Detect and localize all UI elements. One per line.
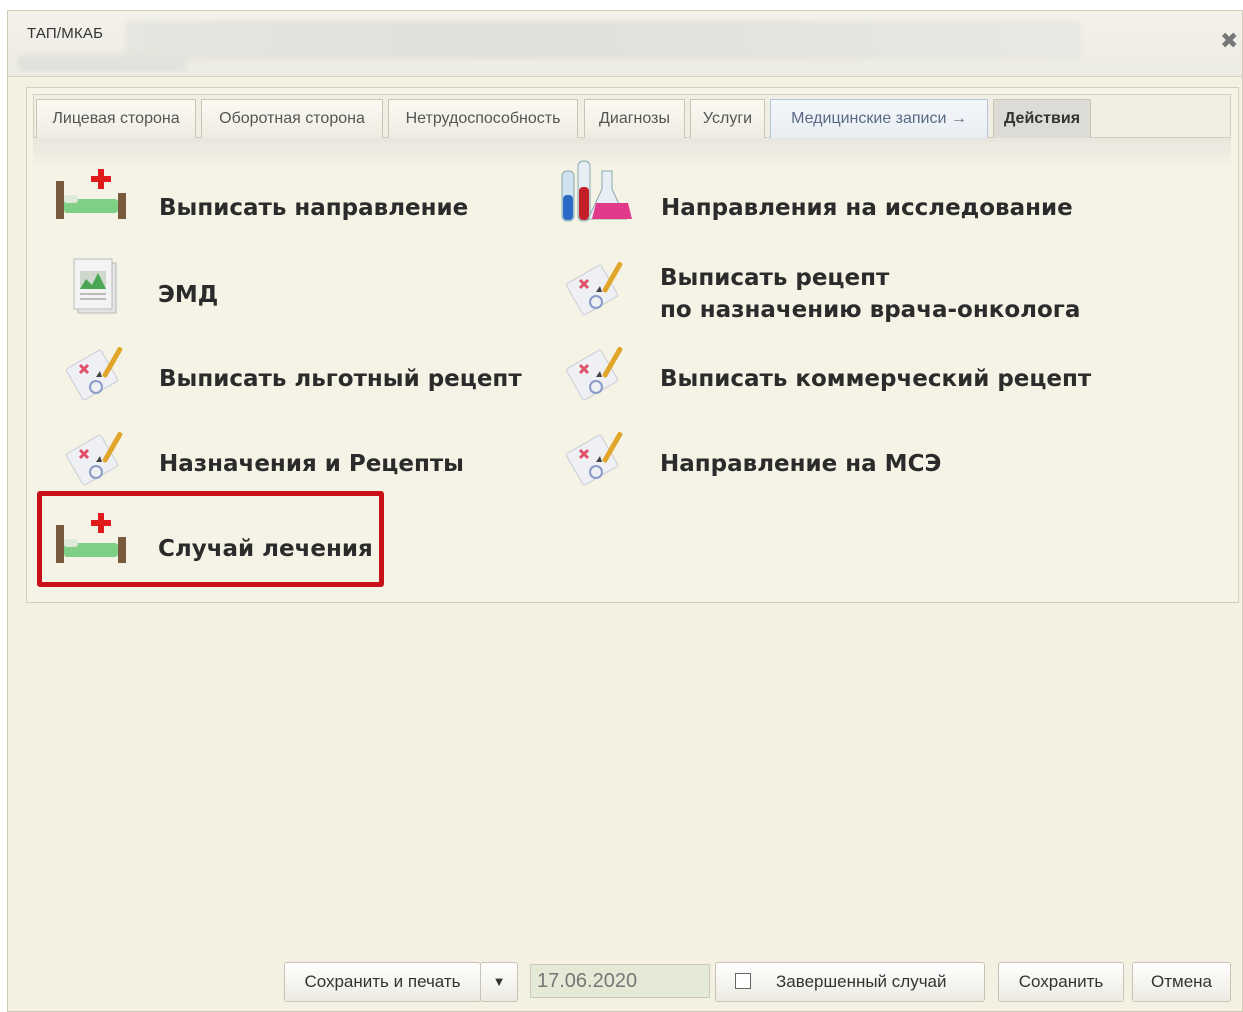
write-referral-action[interactable]: Выписать направление [54,161,474,221]
date-field[interactable]: 17.06.2020 [530,964,710,998]
completed-case-control[interactable]: Завершенный случай [715,962,985,1002]
chevron-down-icon: ▼ [492,974,506,989]
commercial-prescription-action[interactable]: Выписать коммерческий рецепт [556,341,1091,407]
mse-referral-label: Направление на МСЭ [660,451,942,477]
highlight-frame [37,491,384,587]
oncologist-prescription-line1: Выписать рецепт [660,265,890,291]
window-titlebar: ТАП/МКАБ ✖ [8,11,1242,77]
document-icon [73,258,117,314]
research-referrals-action[interactable]: Направления на исследование [556,160,1073,227]
emd-action[interactable]: ЭМД [54,251,354,321]
blurred-patient-info-secondary [18,55,186,71]
commercial-prescription-label: Выписать коммерческий рецепт [660,366,1092,392]
window-title: ТАП/МКАБ [27,25,104,42]
lab-flasks-icon [561,160,632,222]
research-referrals-label: Направления на исследование [661,195,1073,221]
tab-services[interactable]: Услуги [690,99,765,139]
blurred-patient-info [126,21,1081,59]
completed-case-checkbox[interactable] [735,973,751,989]
prescriptions-label: Назначения и Рецепты [159,451,464,477]
tab-bar: Лицевая сторона Оборотная сторона Нетруд… [33,94,1231,139]
completed-case-label: Завершенный случай [776,972,947,991]
save-print-dropdown-button[interactable]: ▼ [480,962,518,1002]
oncologist-prescription-action[interactable]: Выписать рецепт по назначению врача-онко… [556,256,1080,331]
prescription-icon [566,262,623,316]
write-referral-label: Выписать направление [159,195,469,221]
preferential-prescription-action[interactable]: Выписать льготный рецепт [54,341,522,407]
save-and-print-button[interactable]: Сохранить и печать [284,962,481,1002]
close-icon[interactable]: ✖ [1220,31,1238,53]
oncologist-prescription-line2: по назначению врача-онколога [660,297,1081,323]
save-button[interactable]: Сохранить [998,962,1124,1002]
prescriptions-action[interactable]: Назначения и Рецепты [54,426,474,492]
prescription-icon [566,432,623,486]
tab-disability[interactable]: Нетрудоспособность [388,99,578,139]
tab-back-side[interactable]: Оборотная сторона [201,99,383,139]
tab-front-side[interactable]: Лицевая сторона [36,99,196,139]
mse-referral-action[interactable]: Направление на МСЭ [556,426,976,492]
cancel-button[interactable]: Отмена [1132,962,1231,1002]
tab-actions[interactable]: Действия [993,99,1091,139]
hospital-bed-icon [56,169,126,219]
emd-label: ЭМД [158,282,219,308]
preferential-prescription-label: Выписать льготный рецепт [159,366,522,392]
prescription-icon [566,347,623,401]
tab-diagnoses[interactable]: Диагнозы [584,99,685,139]
tab-medical-records[interactable]: Медицинские записи → [770,99,988,139]
prescription-icon [66,347,123,401]
prescription-icon [66,432,123,486]
